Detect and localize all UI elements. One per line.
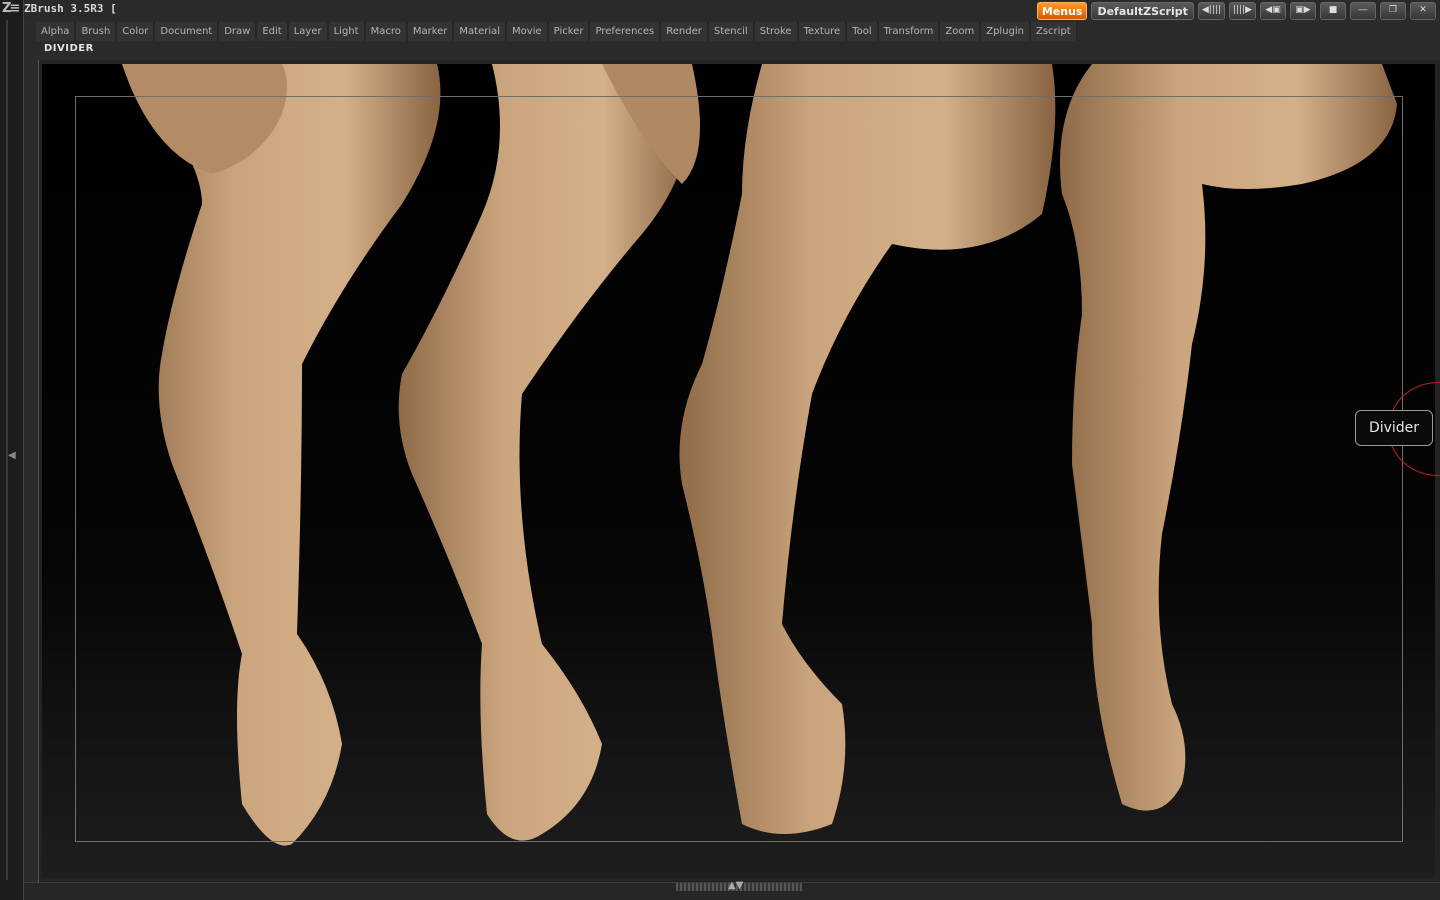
close-icon[interactable]: ✕: [1410, 2, 1436, 20]
bottom-tray-toggle-icon[interactable]: ▲▼: [728, 880, 743, 891]
menu-draw[interactable]: Draw: [219, 22, 258, 41]
minimize-icon[interactable]: ―: [1350, 2, 1376, 20]
layout-next-icon[interactable]: ▣▶: [1290, 2, 1316, 20]
menu-stroke[interactable]: Stroke: [754, 22, 799, 41]
layout-prev-icon[interactable]: ◀▣: [1260, 2, 1286, 20]
menu-alpha[interactable]: Alpha: [36, 22, 77, 41]
menu-picker[interactable]: Picker: [548, 22, 591, 41]
menu-layer[interactable]: Layer: [288, 22, 329, 41]
left-tray[interactable]: ◀: [0, 0, 24, 900]
document-canvas[interactable]: [42, 64, 1435, 878]
default-zscript-button[interactable]: DefaultZScript: [1091, 2, 1194, 20]
restore-icon[interactable]: ❐: [1380, 2, 1406, 20]
menu-material[interactable]: Material: [454, 22, 508, 41]
menus-button[interactable]: Menus: [1036, 2, 1088, 20]
app-title: ZBrush 3.5R3 [: [24, 2, 117, 15]
menu-render[interactable]: Render: [661, 22, 709, 41]
tray-expand-icon[interactable]: ◀: [8, 450, 16, 461]
menu-tool[interactable]: Tool: [847, 22, 879, 41]
palette-title: DIVIDER: [44, 43, 94, 54]
main-menu-bar: Alpha Brush Color Document Draw Edit Lay…: [36, 22, 1078, 41]
menu-brush[interactable]: Brush: [76, 22, 118, 41]
menu-edit[interactable]: Edit: [257, 22, 289, 41]
divider-tooltip: Divider: [1355, 410, 1433, 446]
menu-zplugin[interactable]: Zplugin: [981, 22, 1031, 41]
menu-marker[interactable]: Marker: [407, 22, 455, 41]
menu-macro[interactable]: Macro: [365, 22, 408, 41]
menu-color[interactable]: Color: [117, 22, 156, 41]
menu-zoom[interactable]: Zoom: [940, 22, 982, 41]
menu-document[interactable]: Document: [155, 22, 220, 41]
menu-preferences[interactable]: Preferences: [590, 22, 662, 41]
document-boundary: [75, 96, 1403, 842]
shrink-ui-icon[interactable]: ◀||||: [1197, 2, 1225, 20]
menu-movie[interactable]: Movie: [507, 22, 549, 41]
expand-ui-icon[interactable]: ||||▶: [1228, 2, 1256, 20]
menu-zscript[interactable]: Zscript: [1031, 22, 1078, 41]
menu-texture[interactable]: Texture: [798, 22, 848, 41]
lock-icon[interactable]: ■: [1320, 2, 1346, 20]
menu-stencil[interactable]: Stencil: [708, 22, 755, 41]
menu-light[interactable]: Light: [328, 22, 366, 41]
title-bar-controls: Menus DefaultZScript ◀|||| ||||▶ ◀▣ ▣▶ ■…: [1036, 2, 1436, 20]
menu-transform[interactable]: Transform: [878, 22, 941, 41]
